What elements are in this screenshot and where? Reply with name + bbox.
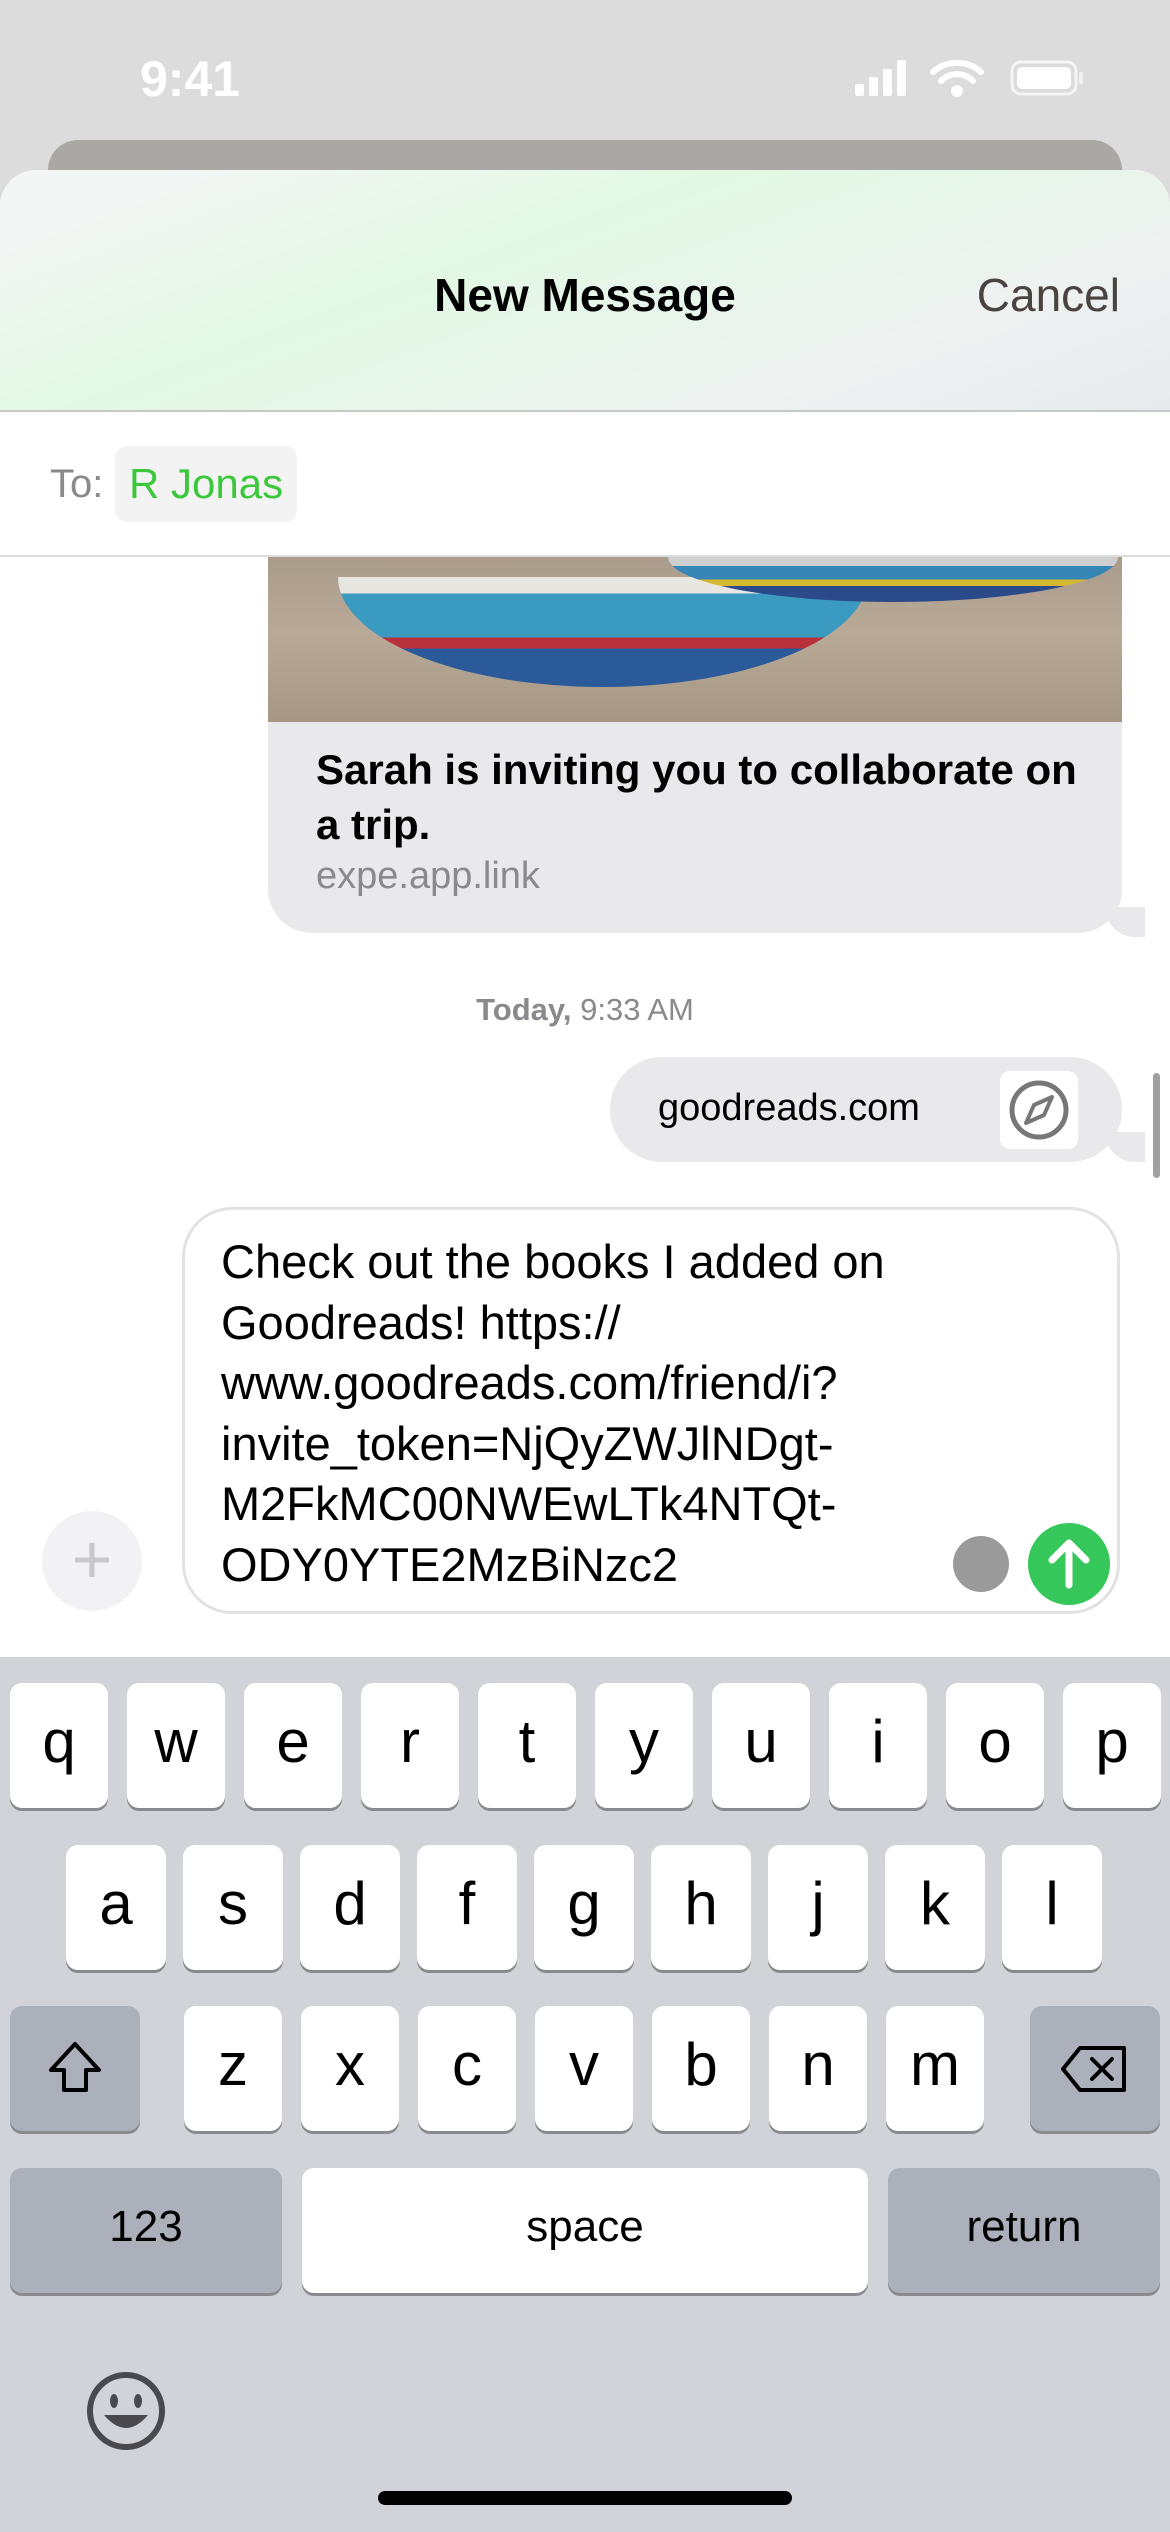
key-l[interactable]: l: [1002, 1845, 1102, 1970]
link-preview-title: Sarah is inviting you to collaborate on …: [316, 746, 1077, 848]
signal-icon: [855, 60, 906, 96]
key-v[interactable]: v: [535, 2006, 633, 2131]
cancel-button[interactable]: Cancel: [977, 268, 1120, 322]
return-key[interactable]: return: [888, 2168, 1160, 2293]
message-input-text[interactable]: Check out the books I added on Goodreads…: [221, 1232, 981, 1595]
scrollbar[interactable]: [1153, 1073, 1160, 1178]
timestamp-day: Today,: [476, 992, 572, 1027]
key-g[interactable]: g: [534, 1845, 634, 1970]
key-w[interactable]: w: [127, 1683, 225, 1808]
link-domain: goodreads.com: [658, 1087, 920, 1129]
send-button[interactable]: [1028, 1523, 1110, 1605]
numbers-key[interactable]: 123: [10, 2168, 282, 2293]
delete-key[interactable]: [1030, 2006, 1160, 2131]
key-e[interactable]: e: [244, 1683, 342, 1808]
key-r[interactable]: r: [361, 1683, 459, 1808]
key-b[interactable]: b: [652, 2006, 750, 2131]
key-h[interactable]: h: [651, 1845, 751, 1970]
bubble-tail: [1105, 907, 1145, 937]
bubble-tail: [1105, 1132, 1145, 1162]
timestamp: Today, 9:33 AM: [0, 992, 1170, 1028]
space-key[interactable]: space: [302, 2168, 868, 2293]
to-label: To:: [50, 462, 104, 506]
link-bubble-goodreads[interactable]: goodreads.com: [610, 1057, 1122, 1162]
wifi-icon: [930, 59, 984, 97]
message-thread[interactable]: Sarah is inviting you to collaborate on …: [0, 557, 1170, 1207]
delete-icon: [1061, 2046, 1126, 2092]
home-indicator: [378, 2491, 792, 2505]
plus-icon[interactable]: +: [42, 1511, 142, 1611]
key-f[interactable]: f: [417, 1845, 517, 1970]
recipient-field[interactable]: To: R Jonas: [0, 412, 1170, 557]
key-j[interactable]: j: [768, 1845, 868, 1970]
key-y[interactable]: y: [595, 1683, 693, 1808]
status-icons: [855, 59, 1083, 97]
status-time: 9:41: [140, 51, 241, 107]
battery-icon: [1010, 60, 1083, 96]
emoji-icon[interactable]: [86, 2371, 166, 2451]
key-k[interactable]: k: [885, 1845, 985, 1970]
key-m[interactable]: m: [886, 2006, 984, 2131]
sheet-header: New Message Cancel: [0, 170, 1170, 412]
key-s[interactable]: s: [183, 1845, 283, 1970]
shift-key[interactable]: [10, 2006, 140, 2131]
key-d[interactable]: d: [300, 1845, 400, 1970]
dictation-icon[interactable]: [953, 1536, 1009, 1592]
link-preview-bubble[interactable]: Sarah is inviting you to collaborate on …: [268, 557, 1122, 933]
key-o[interactable]: o: [946, 1683, 1044, 1808]
key-q[interactable]: q: [10, 1683, 108, 1808]
key-u[interactable]: u: [712, 1683, 810, 1808]
message-input[interactable]: Check out the books I added on Goodreads…: [182, 1207, 1120, 1614]
arrow-up-icon: [1048, 1539, 1090, 1589]
key-c[interactable]: c: [418, 2006, 516, 2131]
key-n[interactable]: n: [769, 2006, 867, 2131]
timestamp-time: 9:33 AM: [580, 992, 694, 1027]
key-a[interactable]: a: [66, 1845, 166, 1970]
key-t[interactable]: t: [478, 1683, 576, 1808]
link-preview-domain: expe.app.link: [316, 855, 540, 897]
shift-icon: [49, 2042, 101, 2092]
key-p[interactable]: p: [1063, 1683, 1161, 1808]
key-i[interactable]: i: [829, 1683, 927, 1808]
recipient-chip[interactable]: R Jonas: [115, 446, 298, 522]
preview-image: [268, 557, 1122, 722]
key-x[interactable]: x: [301, 2006, 399, 2131]
safari-compass-icon: [1000, 1071, 1078, 1149]
key-z[interactable]: z: [184, 2006, 282, 2131]
